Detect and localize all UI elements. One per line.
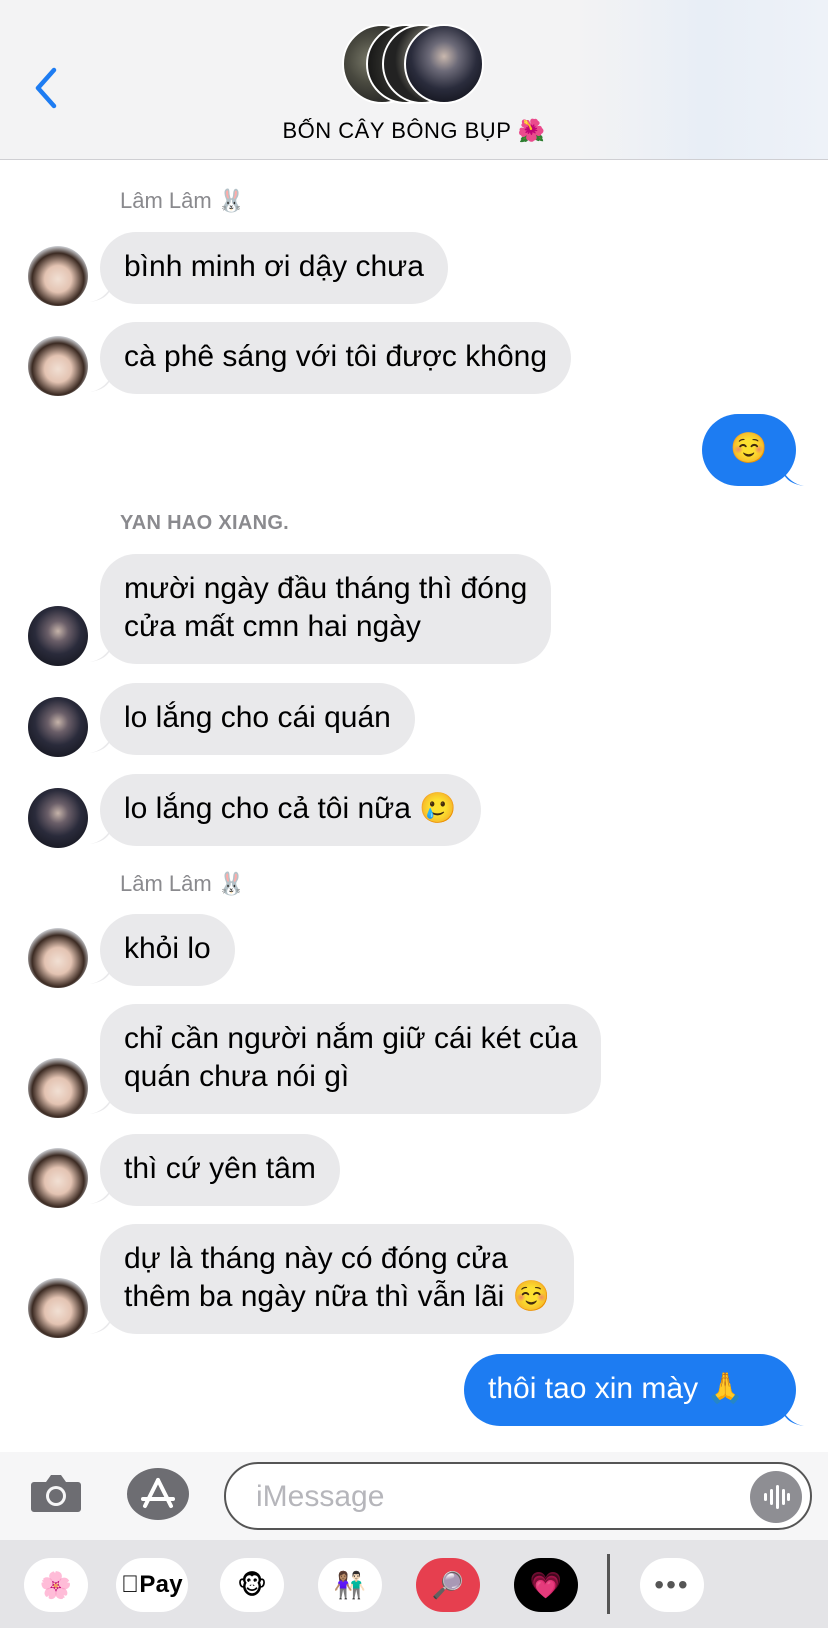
camera-icon[interactable]	[30, 1470, 82, 1514]
photos-app-icon[interactable]: 🌸	[24, 1558, 88, 1612]
chevron-left-icon[interactable]	[28, 62, 68, 114]
apple-pay-label: Pay	[130, 1571, 182, 1598]
avatar	[28, 788, 88, 848]
message-composer: iMessage	[0, 1452, 828, 1540]
avatar	[28, 1148, 88, 1208]
drawer-divider	[607, 1554, 610, 1614]
sender-label: Lâm Lâm 🐰	[120, 188, 246, 213]
avatar	[28, 697, 88, 757]
avatar	[28, 1278, 88, 1338]
conversation-header: BỐN CÂY BÔNG BỤP 🌺	[0, 0, 828, 160]
message-bubble[interactable]: chỉ cần người nắm giữ cái két của quán c…	[100, 1004, 602, 1114]
input-placeholder: iMessage	[256, 1480, 385, 1513]
message-bubble-sent[interactable]: thôi tao xin mày 🙏	[464, 1354, 796, 1426]
digital-touch-icon[interactable]: 💗	[514, 1558, 578, 1612]
apple-pay-icon[interactable]: Pay	[116, 1558, 188, 1612]
message-bubble[interactable]: cà phê sáng với tôi được không	[100, 322, 572, 394]
memoji-icon[interactable]: 👩🏽‍🤝‍👨🏻	[318, 1558, 382, 1612]
message-bubble[interactable]: lo lắng cho cả tôi nữa 🥲	[100, 774, 481, 846]
message-bubble[interactable]: lo lắng cho cái quán	[100, 683, 415, 755]
sender-label: YAN HAO XIANG.	[120, 512, 290, 534]
avatar	[28, 1058, 88, 1118]
group-avatars[interactable]	[342, 24, 487, 108]
group-name[interactable]: BỐN CÂY BÔNG BỤP 🌺	[0, 118, 828, 144]
message-bubble[interactable]: mười ngày đầu tháng thì đóng cửa mất cmn…	[100, 554, 552, 664]
avatar	[28, 246, 88, 306]
avatar	[28, 336, 88, 396]
message-bubble-sent[interactable]: ☺️	[702, 414, 796, 486]
message-bubble[interactable]: dự là tháng này có đóng cửa thêm ba ngày…	[100, 1224, 575, 1334]
animoji-icon[interactable]: 🐵	[220, 1558, 284, 1612]
sender-label: Lâm Lâm 🐰	[120, 871, 246, 896]
more-apps-icon[interactable]: •••	[640, 1558, 704, 1612]
imessage-input[interactable]: iMessage	[224, 1462, 812, 1530]
message-bubble[interactable]: khỏi lo	[100, 914, 235, 986]
message-bubble[interactable]: bình minh ơi dậy chưa	[100, 232, 448, 304]
audio-waveform-icon[interactable]	[750, 1471, 802, 1523]
apple-logo-icon: 	[121, 1571, 139, 1598]
message-bubble[interactable]: thì cứ yên tâm	[100, 1134, 340, 1206]
avatar	[28, 606, 88, 666]
app-store-icon[interactable]	[127, 1468, 189, 1520]
app-drawer: 🌸 Pay 🐵 👩🏽‍🤝‍👨🏻 🔎 💗 •••	[0, 1540, 828, 1628]
group-member-avatar	[404, 24, 484, 104]
avatar	[28, 928, 88, 988]
image-search-icon[interactable]: 🔎	[416, 1558, 480, 1612]
